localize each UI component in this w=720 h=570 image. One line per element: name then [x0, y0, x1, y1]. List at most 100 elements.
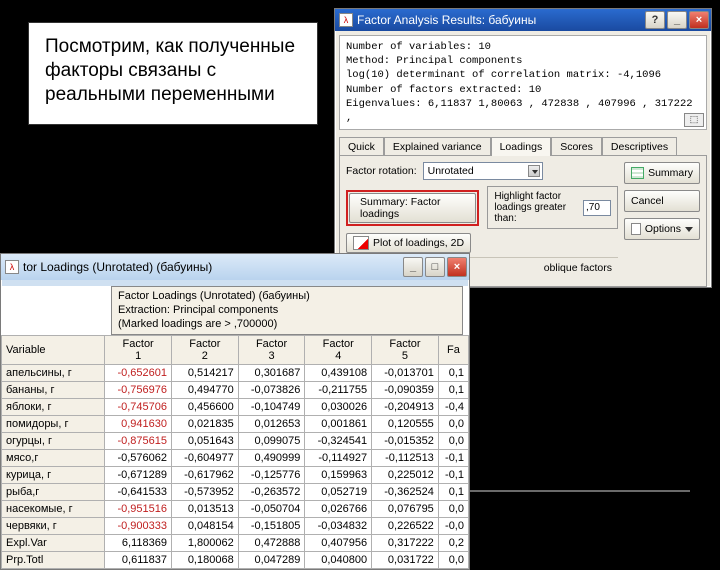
cell[interactable]: 0,611837 [105, 552, 172, 569]
table-row[interactable]: помидоры, г0,9416300,0218350,0126530,001… [2, 416, 469, 433]
cell[interactable]: 0,407956 [305, 535, 372, 552]
cell[interactable]: -0,362524 [372, 484, 439, 501]
cell[interactable]: -0,875615 [105, 433, 172, 450]
cell[interactable]: -0,112513 [372, 450, 439, 467]
table-row[interactable]: насекомые, г-0,9515160,013513-0,0507040,… [2, 501, 469, 518]
table-row[interactable]: огурцы, г-0,8756150,0516430,099075-0,324… [2, 433, 469, 450]
tab-scores[interactable]: Scores [551, 137, 602, 156]
cell[interactable]: 0,0 [438, 416, 468, 433]
cell[interactable]: -0,211755 [305, 382, 372, 399]
cell[interactable]: 1,800062 [172, 535, 239, 552]
cell[interactable]: 0,040800 [305, 552, 372, 569]
minimize-button[interactable]: _ [667, 11, 687, 29]
table-row[interactable]: Expl.Var6,1183691,8000620,4728880,407956… [2, 535, 469, 552]
cell[interactable]: -0,1 [438, 450, 468, 467]
cell[interactable]: 0,1 [438, 484, 468, 501]
cell[interactable]: -0,073826 [238, 382, 305, 399]
cell[interactable]: -0,104749 [238, 399, 305, 416]
cell[interactable]: 0,180068 [172, 552, 239, 569]
cell[interactable]: 6,118369 [105, 535, 172, 552]
cell[interactable]: -0,576062 [105, 450, 172, 467]
cell[interactable]: -0,617962 [172, 467, 239, 484]
cell[interactable]: 0,099075 [238, 433, 305, 450]
cell[interactable]: 0,048154 [172, 518, 239, 535]
cell[interactable]: 0,047289 [238, 552, 305, 569]
cell[interactable]: 0,490999 [238, 450, 305, 467]
plot-loadings-2d-button[interactable]: Plot of loadings, 2D [346, 233, 471, 253]
tab-loadings[interactable]: Loadings [491, 137, 552, 156]
table-row[interactable]: бананы, г-0,7569760,494770-0,073826-0,21… [2, 382, 469, 399]
table-row[interactable]: мясо,г-0,576062-0,6049770,490999-0,11492… [2, 450, 469, 467]
table-row[interactable]: курица, г-0,671289-0,617962-0,1257760,15… [2, 467, 469, 484]
results-titlebar[interactable]: λ Factor Analysis Results: бабуины ? _ × [335, 9, 711, 31]
table-row[interactable]: червяки, г-0,9003330,048154-0,151805-0,0… [2, 518, 469, 535]
cell[interactable]: 0,026766 [305, 501, 372, 518]
cell[interactable]: 0,031722 [372, 552, 439, 569]
cell[interactable]: -0,756976 [105, 382, 172, 399]
cell[interactable]: -0,050704 [238, 501, 305, 518]
cell[interactable]: -0,090359 [372, 382, 439, 399]
cell[interactable]: -0,900333 [105, 518, 172, 535]
summary-button[interactable]: Summary [624, 162, 700, 184]
options-button[interactable]: Options [624, 218, 700, 240]
expand-icon[interactable]: ⬚ [684, 113, 704, 127]
cell[interactable]: 0,159963 [305, 467, 372, 484]
cell[interactable]: -0,013701 [372, 365, 439, 382]
help-button[interactable]: ? [645, 11, 665, 29]
cell[interactable]: -0,151805 [238, 518, 305, 535]
cell[interactable]: -0,0 [438, 518, 468, 535]
cell[interactable]: 0,052719 [305, 484, 372, 501]
cell[interactable]: 0,225012 [372, 467, 439, 484]
rotation-combo[interactable]: Unrotated [423, 162, 543, 180]
tab-descriptives[interactable]: Descriptives [602, 137, 677, 156]
cell[interactable]: -0,204913 [372, 399, 439, 416]
cell[interactable]: 0,514217 [172, 365, 239, 382]
cell[interactable]: 0,030026 [305, 399, 372, 416]
cell[interactable]: 0,012653 [238, 416, 305, 433]
cancel-button[interactable]: Cancel [624, 190, 700, 212]
cell[interactable]: 0,301687 [238, 365, 305, 382]
close-button[interactable]: × [447, 257, 467, 277]
cell[interactable]: -0,951516 [105, 501, 172, 518]
cell[interactable]: -0,671289 [105, 467, 172, 484]
cell[interactable]: -0,114927 [305, 450, 372, 467]
cell[interactable]: 0,076795 [372, 501, 439, 518]
cell[interactable]: 0,494770 [172, 382, 239, 399]
close-button[interactable]: × [689, 11, 709, 29]
cell[interactable]: 0,226522 [372, 518, 439, 535]
cell[interactable]: 0,120555 [372, 416, 439, 433]
cell[interactable]: 0,0 [438, 433, 468, 450]
cell[interactable]: -0,745706 [105, 399, 172, 416]
cell[interactable]: -0,263572 [238, 484, 305, 501]
cell[interactable]: -0,604977 [172, 450, 239, 467]
cell[interactable]: 0,051643 [172, 433, 239, 450]
cell[interactable]: 0,472888 [238, 535, 305, 552]
cell[interactable]: -0,324541 [305, 433, 372, 450]
cell[interactable]: 0,0 [438, 501, 468, 518]
loadings-titlebar[interactable]: λ tor Loadings (Unrotated) (бабуины) _ □… [1, 254, 469, 280]
cell[interactable]: -0,034832 [305, 518, 372, 535]
table-row[interactable]: яблоки, г-0,7457060,456600-0,1047490,030… [2, 399, 469, 416]
cell[interactable]: -0,1 [438, 467, 468, 484]
cell[interactable]: 0,0 [438, 552, 468, 569]
tab-explained-variance[interactable]: Explained variance [384, 137, 491, 156]
cell[interactable]: 0,2 [438, 535, 468, 552]
cell[interactable]: 0,1 [438, 365, 468, 382]
cell[interactable]: -0,4 [438, 399, 468, 416]
cell[interactable]: -0,573952 [172, 484, 239, 501]
table-row[interactable]: рыба,г-0,641533-0,573952-0,2635720,05271… [2, 484, 469, 501]
cell[interactable]: 0,013513 [172, 501, 239, 518]
cell[interactable]: -0,652601 [105, 365, 172, 382]
cell[interactable]: -0,015352 [372, 433, 439, 450]
cell[interactable]: 0,941630 [105, 416, 172, 433]
cell[interactable]: 0,1 [438, 382, 468, 399]
tab-quick[interactable]: Quick [339, 137, 384, 156]
cell[interactable]: 0,439108 [305, 365, 372, 382]
cell[interactable]: 0,021835 [172, 416, 239, 433]
minimize-button[interactable]: _ [403, 257, 423, 277]
table-row[interactable]: апельсины, г-0,6526010,5142170,3016870,4… [2, 365, 469, 382]
cell[interactable]: -0,125776 [238, 467, 305, 484]
cell[interactable]: 0,456600 [172, 399, 239, 416]
summary-factor-loadings-button[interactable]: Summary: Factor loadings [349, 193, 476, 223]
highlight-threshold-input[interactable] [583, 200, 611, 216]
